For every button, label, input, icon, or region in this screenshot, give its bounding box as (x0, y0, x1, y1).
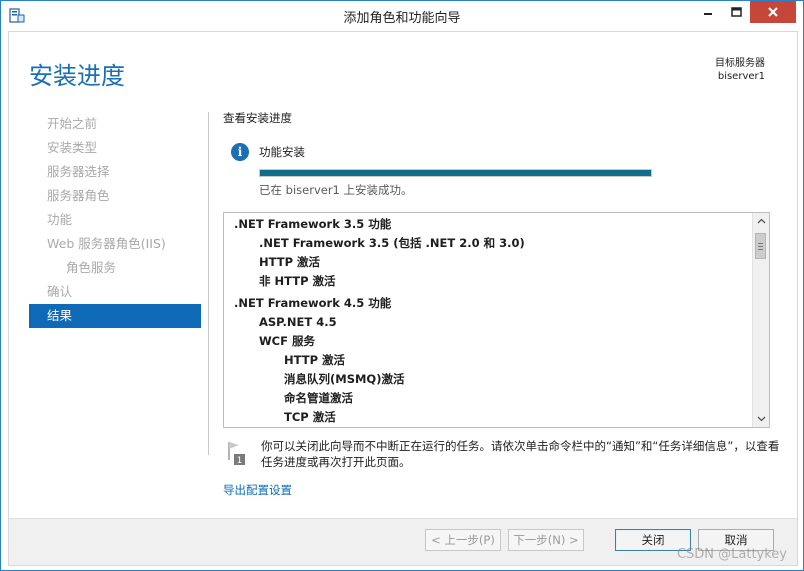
scroll-down-button[interactable] (753, 411, 769, 427)
maximize-icon (730, 7, 742, 17)
wizard-nav: 开始之前 安装类型 服务器选择 服务器角色 功能 Web 服务器角色(IIS) … (29, 112, 201, 328)
feature-tree: .NET Framework 3.5 功能 .NET Framework 3.5… (234, 215, 525, 427)
nav-item-server-selection: 服务器选择 (47, 164, 110, 179)
list-item: WCF 服务 (259, 334, 315, 348)
list-item: 消息队列(MSMQ)激活 (284, 372, 405, 386)
wizard-footer: < 上一步(P) 下一步(N) > 关闭 取消 CSDN @Lattykey (9, 518, 797, 565)
list-item: 非 HTTP 激活 (259, 274, 336, 288)
target-server: 目标服务器 biserver1 (715, 57, 765, 83)
nav-item-role-services: 角色服务 (66, 260, 117, 275)
nav-item-confirmation: 确认 (47, 284, 73, 299)
window-controls (694, 1, 796, 23)
maximize-button[interactable] (722, 1, 750, 23)
nav-item-features: 功能 (47, 212, 73, 227)
minimize-icon (704, 13, 712, 15)
notification-badge: 1 (237, 456, 243, 466)
install-progress-bar (259, 169, 652, 177)
feature-install-label: 功能安装 (259, 145, 305, 159)
info-icon: i (231, 143, 249, 161)
next-button[interactable]: 下一步(N) > (508, 529, 584, 551)
window-title: 添加角色和功能向导 (343, 11, 461, 26)
nav-item-installation-type: 安装类型 (47, 140, 98, 155)
list-item: .NET Framework 3.5 功能 (234, 217, 392, 231)
scroll-up-button[interactable] (753, 213, 769, 229)
chevron-down-icon (757, 416, 765, 422)
export-configuration-link[interactable]: 导出配置设置 (223, 482, 292, 498)
list-item: 命名管道激活 (284, 391, 353, 405)
nav-item-results[interactable]: 结果 (29, 304, 201, 328)
nav-item-server-roles: 服务器角色 (47, 188, 110, 203)
list-item: .NET Framework 3.5 (包括 .NET 2.0 和 3.0) (259, 236, 525, 250)
progress-fill (260, 170, 651, 176)
list-item: HTTP 激活 (284, 353, 346, 367)
section-label: 查看安装进度 (223, 111, 292, 125)
close-window-button[interactable] (750, 1, 796, 23)
watermark: CSDN @Lattykey (676, 547, 787, 562)
close-wizard-note: 你可以关闭此向导而不中断正在运行的任务。请依次单击命令栏中的“通知”和“任务详细… (261, 439, 780, 469)
vertical-scrollbar[interactable] (752, 213, 769, 427)
install-status-text: 已在 biserver1 上安装成功。 (259, 183, 413, 197)
minimize-button[interactable] (694, 1, 722, 23)
list-item: HTTP 激活 (259, 255, 321, 269)
nav-divider (208, 112, 209, 455)
wizard-window: 添加角色和功能向导 安装进度 目标服务器 biserver1 开始之前 安装类型… (0, 0, 804, 571)
previous-button[interactable]: < 上一步(P) (425, 529, 501, 551)
chevron-up-icon (757, 218, 765, 224)
page-title: 安装进度 (29, 62, 125, 90)
nav-item-before-you-begin: 开始之前 (47, 116, 98, 131)
title-bar[interactable]: 添加角色和功能向导 (1, 1, 803, 31)
close-icon (768, 7, 778, 17)
notification-flag-icon: 1 (226, 440, 246, 466)
target-server-name: biserver1 (717, 71, 765, 82)
list-item: .NET Framework 4.5 功能 (234, 296, 392, 310)
list-item: ASP.NET 4.5 (259, 315, 337, 329)
target-server-label: 目标服务器 (715, 58, 765, 69)
scroll-thumb[interactable] (755, 233, 766, 259)
list-item: TCP 激活 (284, 410, 336, 424)
wizard-content: 安装进度 目标服务器 biserver1 开始之前 安装类型 服务器选择 服务器… (8, 31, 798, 566)
nav-item-web-server-role: Web 服务器角色(IIS) (47, 236, 166, 251)
installed-features-list[interactable]: .NET Framework 3.5 功能 .NET Framework 3.5… (223, 212, 770, 428)
